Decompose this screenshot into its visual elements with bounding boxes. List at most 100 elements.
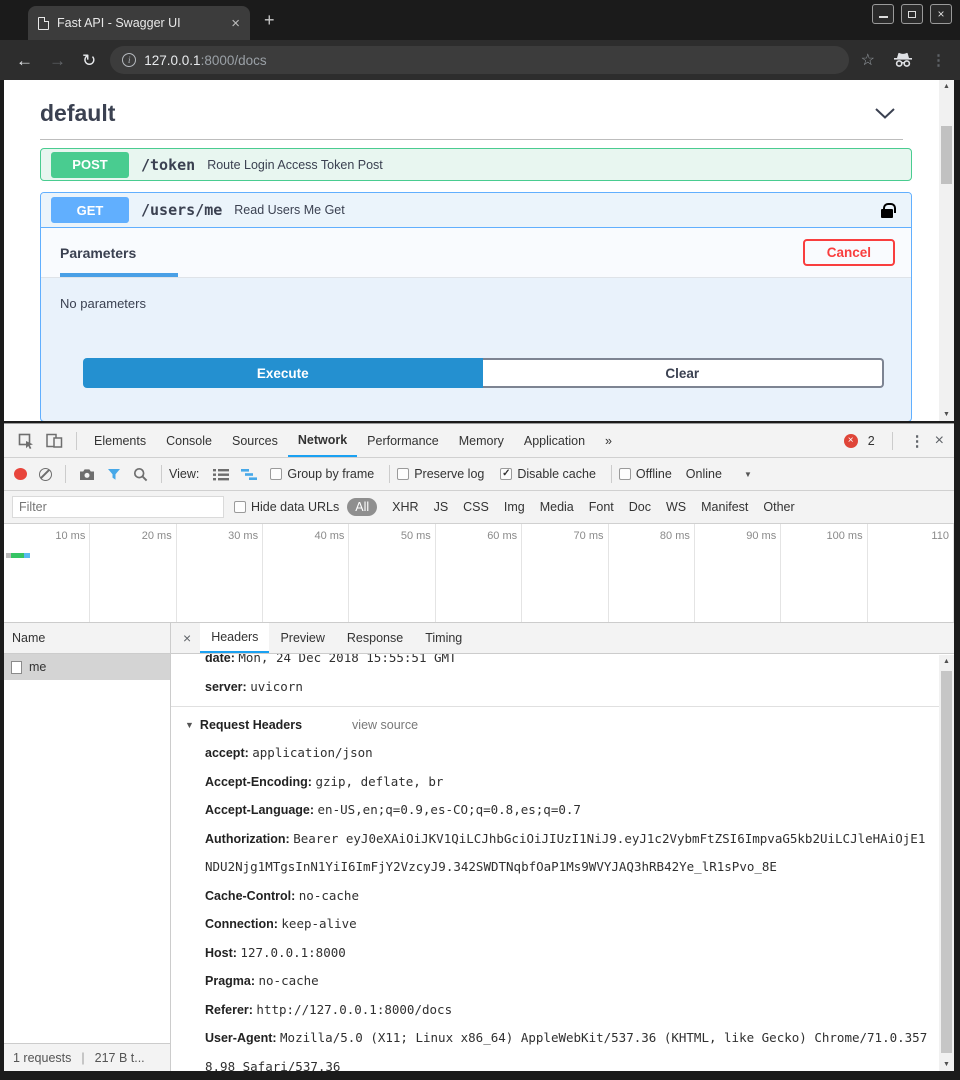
devtools-tab[interactable]: »	[595, 424, 622, 457]
execute-button[interactable]: Execute	[83, 358, 483, 388]
headers-content[interactable]: dateMon, 24 Dec 2018 15:55:51 GMT server…	[171, 654, 954, 1071]
twisty-expanded-icon[interactable]: ▼	[185, 712, 194, 739]
auth-lock-icon[interactable]	[881, 209, 893, 218]
error-count[interactable]: 2	[868, 434, 875, 448]
error-badge-icon[interactable]: ×	[844, 434, 858, 448]
filter-funnel-icon[interactable]	[107, 468, 121, 481]
maximize-button[interactable]	[901, 4, 923, 24]
scroll-up-icon[interactable]: ▲	[939, 83, 954, 90]
minimize-button[interactable]	[872, 4, 894, 24]
filter-pill[interactable]: All	[347, 498, 377, 516]
bookmark-star-icon[interactable]: ☆	[861, 50, 875, 70]
throttling-select[interactable]: Online	[686, 467, 722, 481]
devtools-menu-icon[interactable]: ⋮	[910, 432, 925, 450]
record-icon[interactable]	[14, 468, 27, 480]
divider	[161, 465, 162, 483]
devtools-tab[interactable]: Performance	[357, 424, 449, 457]
devtools-tab[interactable]: Network	[288, 424, 357, 457]
group-by-frame-label[interactable]: Group by frame	[287, 467, 374, 481]
view-source-link[interactable]: view source	[352, 712, 418, 739]
browser-menu-icon[interactable]: ⋮	[931, 51, 946, 69]
detail-tab[interactable]: Response	[336, 623, 414, 653]
offline-label[interactable]: Offline	[636, 467, 672, 481]
header-row: dateMon, 24 Dec 2018 15:55:51 GMT	[205, 654, 928, 673]
url-text[interactable]: 127.0.0.1:8000/docs	[144, 53, 266, 68]
inspect-element-icon[interactable]	[18, 433, 34, 449]
devtools-tab[interactable]: Console	[156, 424, 222, 457]
reload-icon[interactable]: ↻	[82, 52, 96, 69]
hide-data-urls-label[interactable]: Hide data URLs	[251, 500, 339, 514]
filter-pill[interactable]: Font	[589, 500, 614, 514]
detail-close-icon[interactable]: ×	[183, 630, 191, 646]
request-rows: me	[4, 654, 170, 680]
devtools-tab[interactable]: Memory	[449, 424, 514, 457]
devtools-close-icon[interactable]: ×	[935, 432, 944, 450]
name-column-header[interactable]: Name	[4, 623, 170, 654]
page-scrollbar[interactable]: ▲ ▼	[939, 80, 954, 421]
offline-checkbox[interactable]	[619, 468, 631, 480]
filter-pill[interactable]: Doc	[629, 500, 651, 514]
devtools-tab[interactable]: Application	[514, 424, 595, 457]
detail-tab[interactable]: Preview	[269, 623, 335, 653]
disable-cache-label[interactable]: Disable cache	[517, 467, 596, 481]
device-toolbar-icon[interactable]	[46, 433, 63, 448]
back-icon[interactable]: ←	[16, 52, 33, 69]
new-tab-button[interactable]: +	[264, 11, 275, 29]
hide-data-urls-checkbox[interactable]	[234, 501, 246, 513]
close-button[interactable]: ×	[930, 4, 952, 24]
scroll-down-icon[interactable]: ▼	[939, 1061, 954, 1068]
filter-pill[interactable]: CSS	[463, 500, 489, 514]
network-overview-timeline[interactable]: 10 ms20 ms30 ms40 ms50 ms60 ms70 ms80 ms…	[4, 524, 954, 623]
preserve-log-checkbox[interactable]	[397, 468, 409, 480]
devtools-tab[interactable]: Sources	[222, 424, 288, 457]
operation-path: /users/me	[141, 201, 222, 219]
transferred-size: 217 B t...	[95, 1051, 145, 1065]
request-headers-section-title[interactable]: ▼ Request Headers view source	[185, 712, 928, 739]
filter-pill[interactable]: XHR	[392, 500, 418, 514]
operation-header[interactable]: GET /users/me Read Users Me Get	[41, 193, 911, 228]
detail-scrollbar[interactable]: ▲ ▼	[939, 655, 954, 1071]
filter-pill[interactable]: Img	[504, 500, 525, 514]
capture-screenshots-icon[interactable]	[79, 468, 95, 481]
detail-tabs: HeadersPreviewResponseTiming	[200, 623, 473, 653]
request-row[interactable]: me	[4, 654, 170, 680]
browser-tab[interactable]: Fast API - Swagger UI ×	[28, 6, 250, 40]
address-bar[interactable]: i 127.0.0.1:8000/docs	[110, 46, 848, 74]
filter-pill[interactable]: JS	[434, 500, 449, 514]
section-title[interactable]: default	[40, 100, 115, 127]
forward-icon[interactable]: →	[49, 52, 66, 69]
request-waterfall-bar[interactable]	[6, 553, 30, 558]
cancel-button[interactable]: Cancel	[803, 239, 895, 266]
filter-input[interactable]	[12, 496, 224, 518]
clear-button[interactable]: Clear	[483, 358, 885, 388]
preserve-log-label[interactable]: Preserve log	[414, 467, 484, 481]
waterfall-view-icon[interactable]	[241, 468, 258, 481]
header-row: Refererhttp://127.0.0.1:8000/docs	[205, 996, 928, 1025]
chevron-down-icon[interactable]	[875, 108, 895, 119]
devtools-tab[interactable]: Elements	[84, 424, 156, 457]
site-info-icon[interactable]: i	[122, 53, 136, 67]
network-bottom-split: Name me 1 requests | 217 B t... ×	[4, 623, 954, 1071]
divider	[389, 465, 390, 483]
dropdown-arrow-icon[interactable]: ▼	[744, 470, 752, 479]
header-name: User-Agent	[205, 1031, 280, 1045]
scrollbar-thumb[interactable]	[941, 126, 952, 184]
detail-tab[interactable]: Timing	[414, 623, 473, 653]
scrollbar-thumb[interactable]	[941, 671, 952, 1053]
scroll-up-icon[interactable]: ▲	[939, 658, 954, 665]
clear-icon[interactable]	[39, 468, 52, 481]
scroll-down-icon[interactable]: ▼	[939, 411, 954, 418]
search-icon[interactable]	[133, 467, 148, 482]
disable-cache-checkbox[interactable]	[500, 468, 512, 480]
group-by-frame-checkbox[interactable]	[270, 468, 282, 480]
filter-pill[interactable]: Other	[763, 500, 794, 514]
filter-pill[interactable]: Media	[540, 500, 574, 514]
list-view-icon[interactable]	[213, 468, 229, 481]
header-name: Pragma	[205, 974, 259, 988]
filter-pill[interactable]: WS	[666, 500, 686, 514]
tab-close-icon[interactable]: ×	[231, 16, 240, 31]
detail-tab[interactable]: Headers	[200, 623, 269, 653]
operation-post-token[interactable]: POST /token Route Login Access Token Pos…	[40, 148, 912, 181]
timeline-tick-label: 30 ms	[177, 524, 263, 622]
filter-pill[interactable]: Manifest	[701, 500, 748, 514]
